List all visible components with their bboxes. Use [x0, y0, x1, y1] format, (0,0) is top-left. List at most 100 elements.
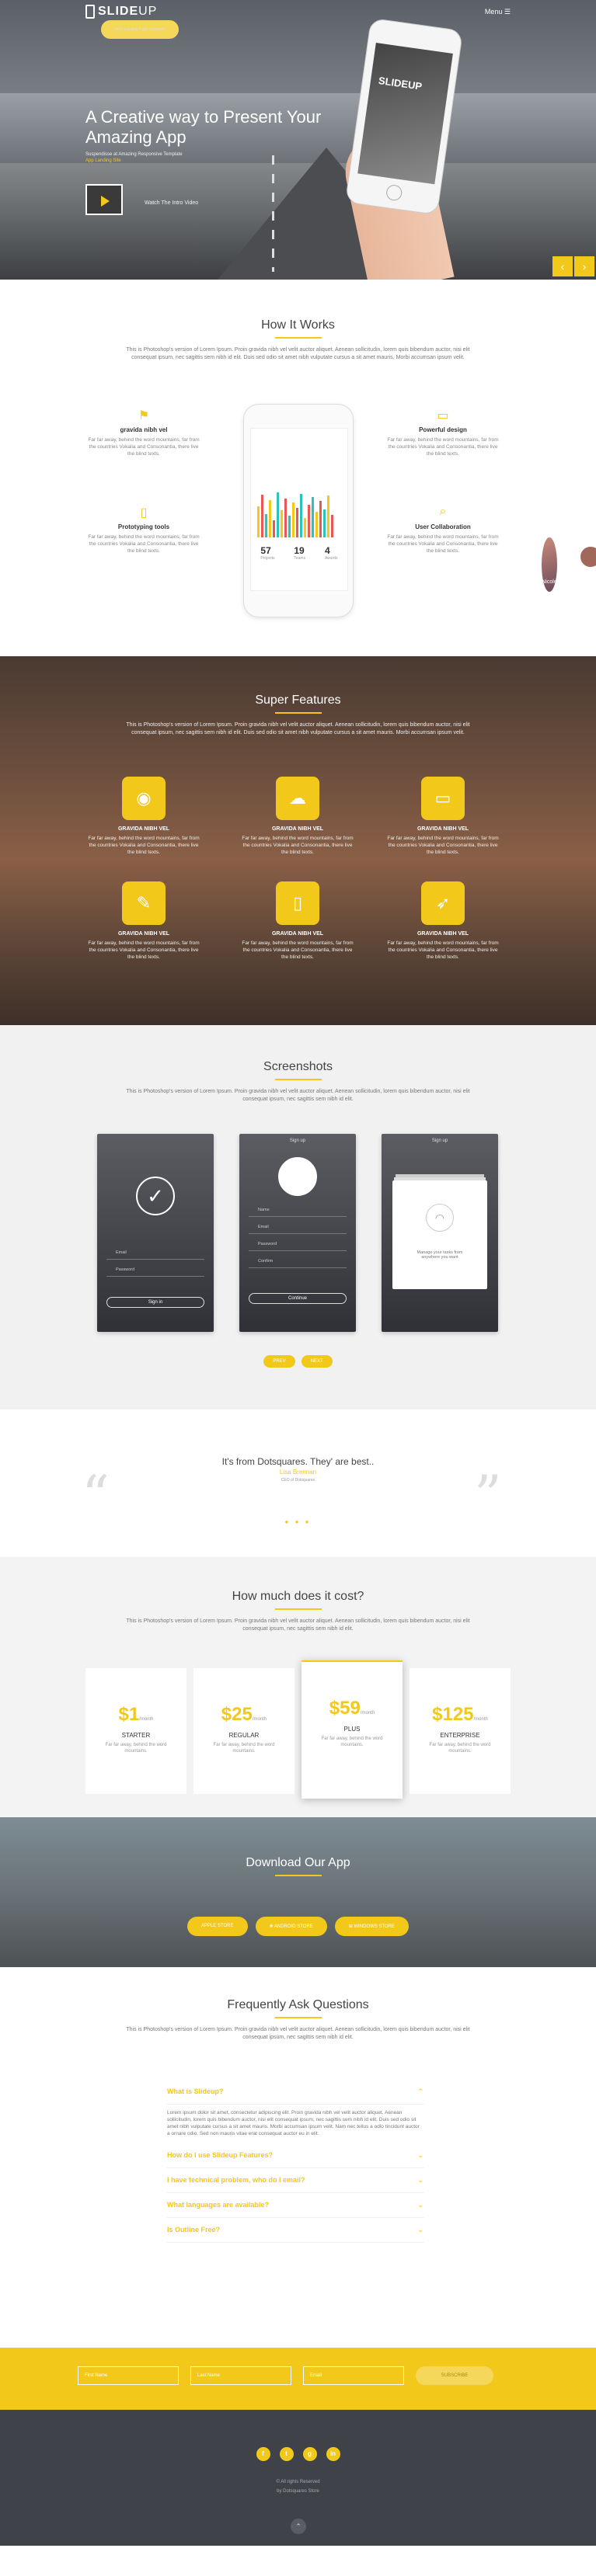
plan-starter[interactable]: $1/month STARTER Far far away, behind th… [85, 1668, 186, 1794]
hero-phone-in-hand: SLIDEUP [334, 17, 466, 280]
menu-button[interactable]: Menu ☰ [485, 8, 511, 16]
google-plus-icon[interactable]: g [302, 2447, 317, 2461]
feature-powerful-design: ▭ Powerful design Far far away, behind t… [385, 408, 501, 457]
search-icon: ⌕ [439, 505, 447, 518]
prev-button[interactable]: PREV [263, 1355, 295, 1368]
plan-plus[interactable]: $59/month PLUS Far far away, behind the … [301, 1660, 403, 1799]
plan-desc: Far far away, behind the word mountains. [321, 1736, 383, 1747]
avatar [278, 1157, 317, 1196]
facebook-icon[interactable]: f [256, 2447, 270, 2461]
android-store-button[interactable]: ✚ ANDROID STORE [255, 1917, 327, 1936]
faq-section: Frequently Ask Questions This is Photosh… [0, 1967, 596, 2348]
screenshots-section: Screenshots This is Photoshop's version … [0, 1025, 596, 1410]
stat-3: 4 Awards [324, 545, 338, 561]
plan-price: $25 [221, 1704, 253, 1725]
hero-phone-logo: SLIDEUP [378, 75, 423, 92]
download-title: Download Our App [246, 1856, 350, 1869]
mobile-icon: ▯ [276, 881, 319, 925]
video-label[interactable]: Watch The Intro Video [145, 200, 198, 206]
phone-home-button [385, 183, 403, 202]
faq-question-text: What is Slideup? [167, 2088, 224, 2095]
hero-sub-line1: Suspendisse at Amazing Responsive Templa… [85, 152, 183, 157]
video-thumbnail[interactable] [85, 184, 123, 215]
testimonial-name: Lisa Brennan [279, 1469, 317, 1476]
slider-prev-button[interactable]: ‹ [552, 256, 573, 276]
confirm-field: Confirm [249, 1259, 347, 1268]
email-field: Email [249, 1225, 347, 1234]
feature-title: Prototyping tools [117, 523, 170, 530]
twitter-icon[interactable]: t [279, 2447, 294, 2461]
back-to-top-button[interactable]: ⌃ [291, 2519, 306, 2534]
password-field: Password [106, 1267, 204, 1277]
plan-period: /month [139, 1717, 154, 1722]
testimonial-dots[interactable]: ● ● ● [0, 1518, 596, 1525]
screenshot-signup[interactable]: Sign up Name Email Password Confirm Cont… [239, 1134, 356, 1332]
last-name-input[interactable]: Last Name [190, 2366, 291, 2385]
faq-question-text: How do I use Slideup Features? [167, 2151, 274, 2159]
name-field: Name [249, 1208, 347, 1217]
mobile-icon: ▯ [140, 506, 148, 520]
windows-store-label: WINDOWS STORE [354, 1924, 396, 1929]
activity-chart [257, 491, 341, 537]
shots-intro: This is Photoshop's version of Lorem Ips… [126, 1089, 470, 1102]
feature-desc: Far far away, behind the word mountains,… [387, 534, 499, 554]
hero-phone: SLIDEUP [344, 17, 464, 216]
screenshot-signin[interactable]: ✓ Email Password Sign in [97, 1134, 214, 1332]
plan-price: $125 [432, 1704, 474, 1725]
signin-button: Sign in [106, 1297, 204, 1308]
copyright: © All rights Reserved [276, 2480, 320, 2484]
super-intro: This is Photoshop's version of Lorem Ips… [126, 722, 470, 735]
super-feature-4: ✎ GRAVIDA NIBH VEL Far far away, behind … [85, 881, 202, 961]
faq-list: What is Slideup? ⌃ Lorem ipsum dolor sit … [167, 2080, 423, 2243]
check-icon: ✓ [136, 1177, 175, 1215]
feature-prototyping: ▯ Prototyping tools Far far away, behind… [85, 505, 202, 554]
how-intro: This is Photoshop's version of Lorem Ips… [126, 347, 470, 360]
wifi-icon: ◠ [426, 1204, 454, 1232]
slider-next-button[interactable]: › [574, 256, 594, 276]
faq-question-2[interactable]: How do I use Slideup Features? ⌄ [167, 2143, 423, 2168]
shots-underline [274, 1079, 322, 1080]
faq-question-3[interactable]: I have technical problem, who do I email… [167, 2168, 423, 2193]
super-feature-desc: Far far away, behind the word mountains,… [387, 836, 499, 855]
logo-text-bold: SLIDE [98, 5, 139, 18]
faq-question-1[interactable]: What is Slideup? ⌃ [167, 2080, 423, 2105]
plan-enterprise[interactable]: $125/month ENTERPRISE Far far away, behi… [410, 1668, 511, 1794]
super-title: Super Features [255, 694, 341, 707]
faq-intro: This is Photoshop's version of Lorem Ips… [126, 2027, 470, 2040]
super-feature-desc: Far far away, behind the word mountains,… [88, 940, 200, 960]
site-logo[interactable]: SLIDEUP Free Landing Page Template [85, 5, 179, 39]
subscribe-button[interactable]: SUBSCRIBE [416, 2366, 493, 2385]
next-button[interactable]: NEXT [301, 1355, 333, 1368]
feature-desc: Far far away, behind the word mountains,… [387, 437, 499, 457]
feature-title: User Collaboration [415, 523, 471, 530]
testimonial-quote: It's from Dotsquares. They' are best.. [221, 1456, 375, 1467]
chevron-down-icon: ⌄ [417, 2151, 423, 2159]
pricing-section: How much does it cost? This is Photoshop… [0, 1557, 596, 1817]
plan-regular[interactable]: $25/month REGULAR Far far away, behind t… [193, 1668, 295, 1794]
chevron-up-icon: ⌃ [417, 2088, 423, 2095]
chevron-down-icon: ⌄ [417, 2176, 423, 2184]
chevron-down-icon: ⌄ [417, 2201, 423, 2209]
apple-store-button[interactable]: APPLE STORE [186, 1917, 248, 1936]
hero-section: SLIDEUP Free Landing Page Template Menu … [0, 0, 596, 280]
download-underline [274, 1875, 322, 1876]
email-input[interactable]: Email [303, 2366, 404, 2385]
feature-collaboration: ⌕ User Collaboration Far far away, behin… [385, 505, 501, 554]
windows-store-button[interactable]: ⊞ WINDOWS STORE [334, 1917, 410, 1936]
hero-sub-line2: App Landing Site [85, 158, 121, 163]
faq-question-4[interactable]: What languages are available? ⌄ [167, 2193, 423, 2218]
super-feature-title: GRAVIDA NIBH VEL [117, 826, 170, 832]
screenshot-wifi[interactable]: Sign up ◠ Manage your tasks from anywher… [382, 1134, 498, 1332]
footer: f t g in © All rights Reserved by Dotsqu… [0, 2410, 596, 2546]
avatar [579, 545, 596, 568]
linkedin-icon[interactable]: in [326, 2447, 340, 2461]
super-feature-3: ▭ GRAVIDA NIBH VEL Far far away, behind … [385, 777, 501, 856]
store-buttons: APPLE STORE ✚ ANDROID STORE ⊞ WINDOWS ST… [0, 1917, 596, 1936]
first-name-input[interactable]: First Name [78, 2366, 179, 2385]
feature-title: gravida nibh vel [120, 426, 168, 433]
super-features-section: Super Features This is Photoshop's versi… [0, 656, 596, 1025]
super-feature-1: ◉ GRAVIDA NIBH VEL Far far away, behind … [85, 777, 202, 856]
faq-question-5[interactable]: Is Outline Free? ⌄ [167, 2218, 423, 2243]
faq-title: Frequently Ask Questions [227, 1998, 369, 2011]
credit-link[interactable]: by Dotsquares Store [0, 2489, 596, 2494]
